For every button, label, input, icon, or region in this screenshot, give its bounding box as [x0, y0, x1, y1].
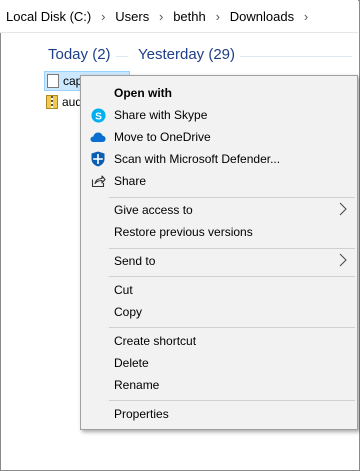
menu-item-share-skype[interactable]: S Share with Skype	[81, 104, 357, 126]
menu-item-create-shortcut[interactable]: Create shortcut	[81, 330, 357, 352]
menu-item-label: Rename	[114, 378, 160, 392]
menu-item-scan-defender[interactable]: Scan with Microsoft Defender...	[81, 148, 357, 170]
share-icon	[90, 173, 106, 189]
menu-item-label: Cut	[114, 283, 133, 297]
menu-item-cut[interactable]: Cut	[81, 279, 357, 301]
menu-item-label: Open with	[114, 86, 172, 100]
context-menu: Open with S Share with Skype Move to One…	[80, 75, 358, 430]
breadcrumb-bethh[interactable]: bethh	[169, 9, 210, 24]
chevron-right-icon[interactable]: ›	[95, 9, 111, 24]
chevron-right-icon[interactable]: ›	[210, 9, 226, 24]
menu-item-restore-versions[interactable]: Restore previous versions	[81, 221, 357, 243]
menu-separator	[109, 197, 355, 198]
menu-item-label: Properties	[114, 407, 169, 421]
menu-item-label: Share with Skype	[114, 108, 208, 122]
menu-item-label: Send to	[114, 254, 156, 268]
menu-item-label: Restore previous versions	[114, 225, 253, 239]
address-bar[interactable]: Local Disk (C:) › Users › bethh › Downlo…	[0, 0, 358, 33]
menu-item-label: Delete	[114, 356, 149, 370]
menu-item-label: Create shortcut	[114, 334, 197, 348]
menu-item-send-to[interactable]: Send to	[81, 250, 357, 272]
document-icon	[47, 74, 59, 88]
file-item[interactable]: aud	[44, 93, 84, 111]
menu-item-label: Copy	[114, 305, 143, 319]
menu-item-label: Give access to	[114, 203, 193, 217]
defender-shield-icon	[90, 151, 106, 167]
menu-item-delete[interactable]: Delete	[81, 352, 357, 374]
menu-item-label: Share	[114, 174, 147, 188]
group-divider	[240, 56, 352, 57]
menu-item-label: Move to OneDrive	[114, 130, 211, 144]
menu-separator	[109, 248, 355, 249]
menu-item-share[interactable]: Share	[81, 170, 357, 192]
menu-item-rename[interactable]: Rename	[81, 374, 357, 396]
onedrive-cloud-icon	[90, 129, 106, 145]
chevron-right-icon[interactable]: ›	[298, 9, 314, 24]
breadcrumb-downloads[interactable]: Downloads	[226, 9, 298, 24]
menu-item-give-access[interactable]: Give access to	[81, 199, 357, 221]
breadcrumb-users[interactable]: Users	[111, 9, 153, 24]
group-header-yesterday[interactable]: Yesterday (29)	[138, 46, 235, 63]
menu-separator	[109, 327, 355, 328]
chevron-right-icon	[339, 202, 349, 218]
menu-item-properties[interactable]: Properties	[81, 403, 357, 425]
group-divider	[116, 56, 128, 57]
menu-separator	[109, 276, 355, 277]
menu-item-copy[interactable]: Copy	[81, 301, 357, 323]
svg-text:S: S	[95, 111, 102, 122]
menu-item-label: Scan with Microsoft Defender...	[114, 152, 281, 166]
menu-separator	[109, 400, 355, 401]
menu-item-move-onedrive[interactable]: Move to OneDrive	[81, 126, 357, 148]
chevron-right-icon	[339, 253, 349, 269]
group-header-today[interactable]: Today (2)	[48, 46, 111, 63]
breadcrumb-local-disk[interactable]: Local Disk (C:)	[0, 9, 95, 24]
skype-icon: S	[90, 107, 106, 123]
menu-item-open-with[interactable]: Open with	[81, 82, 357, 104]
zip-folder-icon	[46, 95, 58, 109]
chevron-right-icon[interactable]: ›	[153, 9, 169, 24]
